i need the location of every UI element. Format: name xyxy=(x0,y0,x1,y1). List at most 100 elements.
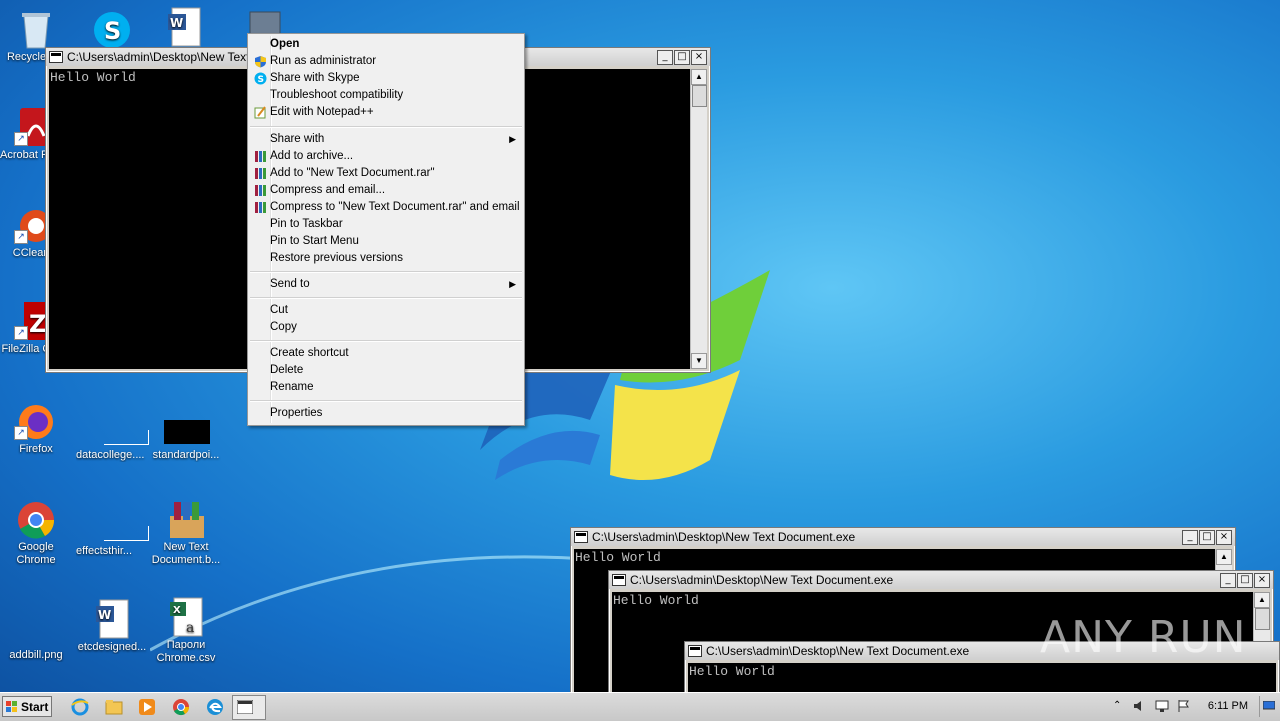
speaker-icon[interactable] xyxy=(1133,699,1147,713)
menu-item-compress-email[interactable]: Compress and email... xyxy=(250,182,522,199)
desktop-icon-etcdesigned[interactable]: W etcdesigned... xyxy=(76,598,148,654)
menu-item-pin-taskbar[interactable]: Pin to Taskbar xyxy=(250,216,522,233)
menu-item-pin-start-menu[interactable]: Pin to Start Menu xyxy=(250,233,522,250)
shortcut-arrow-icon: ↗ xyxy=(14,426,28,440)
console-icon xyxy=(612,574,626,586)
console-icon xyxy=(49,51,63,63)
show-hidden-icons-icon[interactable]: ⌃ xyxy=(1113,700,1121,711)
menu-separator xyxy=(250,400,522,402)
desktop-icon-datacollege[interactable]: datacollege.... xyxy=(76,412,149,462)
media-player-icon[interactable] xyxy=(137,697,157,717)
svg-text:X: X xyxy=(173,605,181,616)
scroll-up-arrow-icon[interactable]: ▲ xyxy=(1216,549,1232,565)
desktop-icon-firefox[interactable]: ↗ Firefox xyxy=(0,400,72,456)
scroll-down-arrow-icon[interactable]: ▼ xyxy=(691,353,707,369)
menu-item-add-to-rar[interactable]: Add to "New Text Document.rar" xyxy=(250,165,522,182)
firefox-icon: ↗ xyxy=(14,400,58,440)
edge-icon[interactable] xyxy=(205,697,225,717)
chrome-icon xyxy=(14,498,58,539)
chrome-icon[interactable] xyxy=(171,697,191,717)
menu-item-properties[interactable]: Properties xyxy=(250,405,522,422)
minimize-button[interactable]: _ xyxy=(1220,572,1236,588)
svg-text:a: a xyxy=(186,620,194,636)
image-file-icon xyxy=(14,606,58,646)
start-button[interactable]: Start xyxy=(2,696,52,717)
scroll-up-arrow-icon[interactable]: ▲ xyxy=(691,69,707,85)
winrar-archive-icon xyxy=(164,498,208,538)
close-button[interactable]: × xyxy=(1216,529,1232,545)
menu-item-create-shortcut[interactable]: Create shortcut xyxy=(250,345,522,362)
close-button[interactable]: × xyxy=(691,49,707,65)
desktop-icon-effectsthir[interactable]: effectsthir... xyxy=(76,508,149,558)
menu-item-delete[interactable]: Delete xyxy=(250,362,522,379)
desktop-icon-standardpoi[interactable]: standardpoi... xyxy=(150,412,222,462)
scroll-up-arrow-icon[interactable]: ▲ xyxy=(1254,592,1270,608)
minimize-button[interactable]: _ xyxy=(1182,529,1198,545)
scroll-thumb[interactable] xyxy=(692,85,707,107)
title-bar[interactable]: C:\Users\admin\Desktop\New Text Document… xyxy=(571,528,1235,546)
skype-icon: S xyxy=(90,8,134,48)
taskbar: Start ⌃ 6:11 PM xyxy=(0,692,1280,721)
skype-icon: S xyxy=(254,72,267,85)
system-tray: ⌃ 6:11 PM xyxy=(1105,693,1280,721)
menu-item-restore-versions[interactable]: Restore previous versions xyxy=(250,250,522,267)
winrar-icon xyxy=(255,168,266,179)
menu-item-share-with-skype[interactable]: S Share with Skype xyxy=(250,70,522,87)
black-image-icon xyxy=(164,412,210,446)
show-desktop-button[interactable] xyxy=(1259,696,1276,717)
title-bar[interactable]: C:\Users\admin\Desktop\New Text Document… xyxy=(609,571,1273,589)
uac-shield-icon xyxy=(255,56,266,68)
notepadpp-icon xyxy=(254,106,266,119)
desktop-icon-google-chrome[interactable]: Google Chrome xyxy=(0,498,72,567)
windows-flag-icon xyxy=(6,701,17,712)
menu-separator xyxy=(250,340,522,342)
desktop-icon-new-text-document-archive[interactable]: New Text Document.b... xyxy=(150,498,222,567)
network-icon[interactable] xyxy=(1155,699,1169,713)
menu-separator xyxy=(250,126,522,128)
winrar-icon xyxy=(255,185,266,196)
recycle-bin-icon xyxy=(14,8,58,49)
menu-separator xyxy=(250,297,522,299)
taskbar-console-group[interactable] xyxy=(232,695,266,720)
menu-separator xyxy=(250,271,522,273)
desktop-icon-skype[interactable]: S xyxy=(76,8,148,51)
clock[interactable]: 6:11 PM xyxy=(1208,700,1248,712)
maximize-button[interactable]: □ xyxy=(1199,529,1215,545)
menu-item-open[interactable]: Open xyxy=(250,36,522,53)
desktop-icon-addbill[interactable]: addbill.png xyxy=(0,606,72,662)
menu-item-copy[interactable]: Copy xyxy=(250,319,522,336)
excel-csv-icon: Xa xyxy=(164,596,208,637)
context-menu: Open Run as administrator S Share with S… xyxy=(247,33,525,426)
word-document-icon: W xyxy=(90,598,134,639)
vertical-scrollbar[interactable]: ▲ ▼ xyxy=(690,69,707,369)
winrar-icon xyxy=(255,151,266,162)
menu-item-rename[interactable]: Rename xyxy=(250,379,522,396)
maximize-button[interactable]: □ xyxy=(674,49,690,65)
menu-item-share-with[interactable]: Share with ▶ xyxy=(250,131,522,148)
file-explorer-icon[interactable] xyxy=(104,697,124,717)
console-icon xyxy=(574,531,588,543)
desktop-icon-word-doc-top[interactable]: W xyxy=(150,6,222,49)
menu-item-edit-notepadpp[interactable]: Edit with Notepad++ xyxy=(250,104,522,121)
menu-item-add-to-archive[interactable]: Add to archive... xyxy=(250,148,522,165)
internet-explorer-icon[interactable] xyxy=(70,697,90,717)
desktop-icon-chrome-passwords-csv[interactable]: Xa Пароли Chrome.csv xyxy=(150,596,222,665)
minimize-button[interactable]: _ xyxy=(657,49,673,65)
blank-file-icon xyxy=(90,412,149,446)
word-document-icon: W xyxy=(164,6,208,47)
menu-item-cut[interactable]: Cut xyxy=(250,302,522,319)
menu-item-compress-to-rar-email[interactable]: Compress to "New Text Document.rar" and … xyxy=(250,199,522,216)
submenu-arrow-icon: ▶ xyxy=(509,134,516,144)
action-center-flag-icon[interactable] xyxy=(1177,699,1191,713)
monitor-icon xyxy=(1263,701,1275,710)
winrar-icon xyxy=(255,202,266,213)
menu-item-troubleshoot[interactable]: Troubleshoot compatibility xyxy=(250,87,522,104)
shortcut-arrow-icon: ↗ xyxy=(14,132,28,146)
svg-text:W: W xyxy=(98,608,111,622)
svg-text:Z: Z xyxy=(29,310,46,338)
scroll-thumb[interactable] xyxy=(1255,608,1270,630)
menu-item-run-as-admin[interactable]: Run as administrator xyxy=(250,53,522,70)
menu-item-send-to[interactable]: Send to ▶ xyxy=(250,276,522,293)
close-button[interactable]: × xyxy=(1254,572,1270,588)
maximize-button[interactable]: □ xyxy=(1237,572,1253,588)
